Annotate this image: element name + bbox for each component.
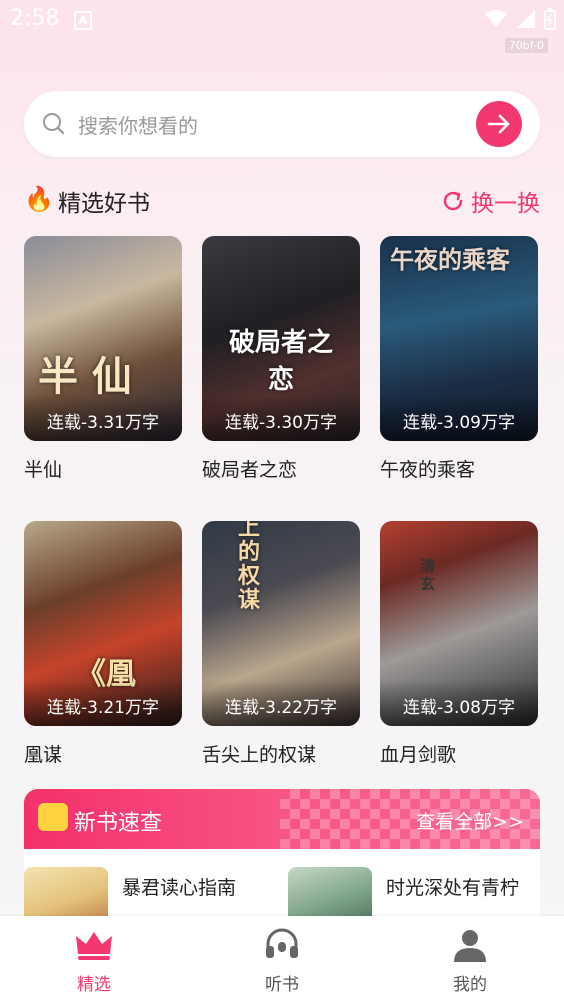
book-status-badge: 连载-3.09万字 [380,395,538,441]
book-cover: 清玄 连载-3.08万字 [380,521,538,726]
search-bar[interactable]: 搜索你想看的 [24,91,540,157]
search-submit-button[interactable] [476,101,522,147]
app-notification-icon: A [74,11,92,30]
book-card[interactable]: 清玄 连载-3.08万字 血月剑歌 [380,521,538,767]
book-title: 血月剑歌 [380,744,457,766]
featured-section-header: 🔥 精选好书 换一换 [24,182,540,218]
cover-title: 破局者之恋 [228,328,333,395]
person-icon [454,930,486,962]
book-status-badge: 连载-3.30万字 [202,395,360,441]
book-card[interactable]: 破局者之恋 连载-3.30万字 破局者之恋 [202,236,360,482]
version-tag: 70bf-0 [504,38,548,53]
book-card[interactable]: 半 仙 连载-3.31万字 半仙 [24,236,182,482]
tab-label: 精选 [77,975,111,995]
signal-icon [517,10,535,28]
cover-title: 上的权谋 [238,521,261,613]
refresh-icon [443,191,463,211]
wifi-icon [485,10,507,27]
book-title: 半仙 [24,459,63,481]
status-time: 2:58 [10,6,60,31]
book-title: 午夜的乘客 [380,459,476,481]
headphones-icon [266,928,298,958]
book-title: 凰谋 [24,744,63,766]
arrow-right-icon [487,114,510,134]
book-cover: 半 仙 连载-3.31万字 [24,236,182,441]
view-all-link[interactable]: 查看全部>> [416,807,524,834]
battery-icon [544,8,556,30]
book-status-badge: 连载-3.08万字 [380,680,538,726]
book-cover: 《凰 连载-3.21万字 [24,521,182,726]
status-icons [484,8,556,30]
search-input[interactable]: 搜索你想看的 [78,110,198,139]
book-card[interactable]: 《凰 连载-3.21万字 凰谋 [24,521,182,767]
refresh-label: 换一换 [471,191,540,217]
tab-featured[interactable]: 精选 [34,928,154,995]
book-cover: 上的权谋 连载-3.22万字 [202,521,360,726]
tab-label: 听书 [265,975,299,995]
fire-icon: 🔥 [24,185,54,213]
emoji-face-icon [38,803,68,831]
book-status-badge: 连载-3.21万字 [24,680,182,726]
book-cover: 破局者之恋 连载-3.30万字 [202,236,360,441]
refresh-button[interactable]: 换一换 [441,184,540,218]
book-title: 舌尖上的权谋 [202,744,317,766]
search-icon [43,113,65,135]
tab-label: 我的 [453,975,487,995]
new-books-banner: 新书速查 查看全部>> [24,789,540,849]
bottom-tab-bar: 精选 听书 我的 [0,916,564,1004]
book-cover: 午夜的乘客 连载-3.09万字 [380,236,538,441]
tab-profile[interactable]: 我的 [410,928,530,995]
new-books-list: 暴君读心指南 时光深处有青柠 [24,849,540,937]
section-title: 精选好书 [58,191,150,217]
book-status-badge: 连载-3.22万字 [202,680,360,726]
cover-title: 半 仙 [38,354,132,400]
new-books-title: 新书速查 [74,811,163,836]
crown-icon [76,932,112,960]
cover-title: 午夜的乘客 [390,246,510,274]
book-status-badge: 连载-3.31万字 [24,395,182,441]
status-bar: 2:58 A 70bf-0 [0,0,564,53]
cover-title: 清玄 [420,557,436,593]
book-card[interactable]: 上的权谋 连载-3.22万字 舌尖上的权谋 [202,521,360,767]
tab-audiobooks[interactable]: 听书 [222,928,342,995]
book-card[interactable]: 午夜的乘客 连载-3.09万字 午夜的乘客 [380,236,538,482]
book-title: 破局者之恋 [202,459,298,481]
